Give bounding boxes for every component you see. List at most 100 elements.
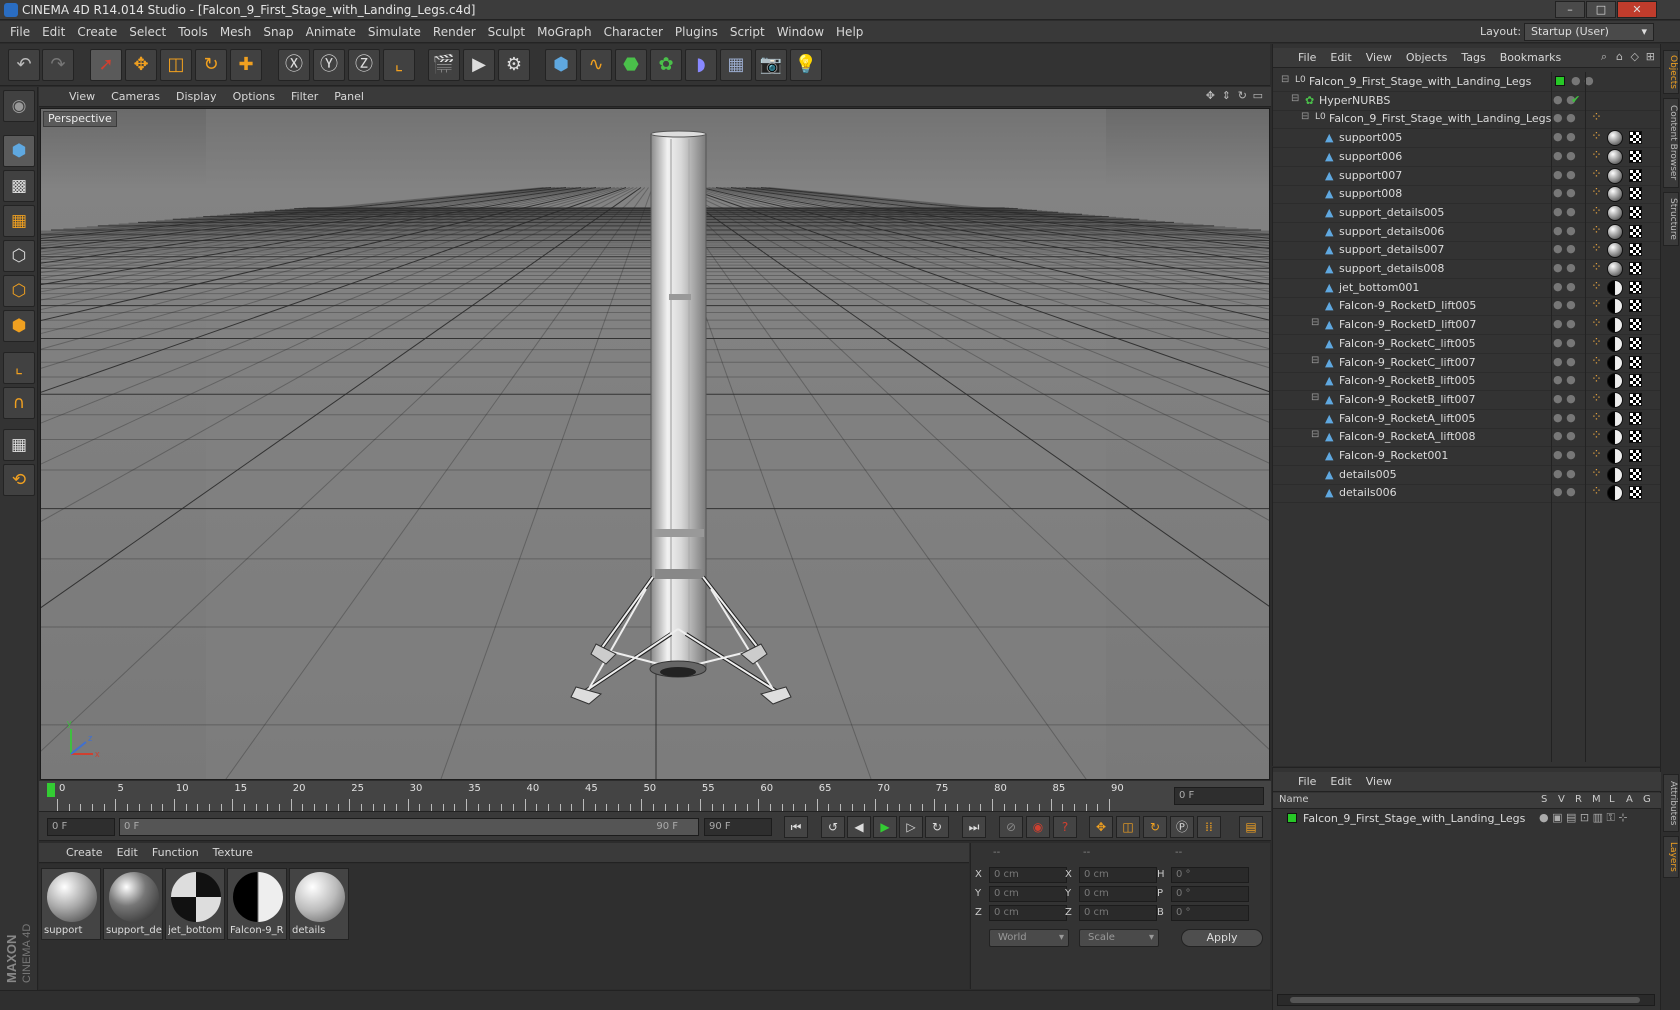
material-tag-icon[interactable] — [1607, 429, 1623, 446]
material-tag-icon[interactable] — [1607, 298, 1623, 315]
expand-toggle-icon[interactable]: ⊟ — [1311, 317, 1319, 328]
visibility-dots-icon[interactable]: ● ● — [1571, 74, 1594, 87]
mograph-cloner-icon[interactable]: ✿ — [650, 49, 682, 81]
tab-content-browser[interactable]: Content Browser — [1663, 98, 1679, 188]
phong-tag-icon[interactable]: ⁘ — [1591, 241, 1602, 256]
visibility-dots-icon[interactable]: ● ● — [1553, 485, 1576, 498]
object-row[interactable]: ▲ support007 ● ● ⁘ — [1273, 166, 1661, 186]
object-row[interactable]: ▲ support005 ● ● ⁘ — [1273, 128, 1661, 149]
material-menu-function[interactable]: Function — [145, 843, 206, 863]
viewport-menu-filter[interactable]: Filter — [283, 87, 326, 107]
visibility-dots-icon[interactable]: ● ● — [1553, 373, 1576, 386]
timeline-window-icon[interactable]: ▤ — [1239, 816, 1263, 838]
layer-color-swatch[interactable] — [1555, 76, 1565, 86]
menu-sculpt[interactable]: Sculpt — [482, 21, 531, 43]
menu-edit[interactable]: Edit — [36, 21, 71, 43]
material-tag-icon[interactable] — [1607, 279, 1623, 296]
menu-mesh[interactable]: Mesh — [214, 21, 258, 43]
texture-tag-icon[interactable] — [1629, 262, 1642, 275]
material-menu-edit[interactable]: Edit — [110, 843, 145, 863]
viewport-zoom-icon[interactable]: ⇕ — [1222, 89, 1231, 102]
phong-tag-icon[interactable]: ⁘ — [1591, 110, 1602, 125]
spline-icon[interactable]: ∿ — [580, 49, 612, 81]
visibility-dots-icon[interactable]: ● ● — [1553, 130, 1576, 143]
phong-tag-icon[interactable]: ⁘ — [1591, 466, 1602, 481]
end-frame-field[interactable]: 90 F — [704, 818, 772, 836]
menu-simulate[interactable]: Simulate — [362, 21, 427, 43]
phong-tag-icon[interactable]: ⁘ — [1591, 410, 1602, 425]
viewport-move-icon[interactable]: ✥ — [1206, 89, 1215, 102]
object-row[interactable]: ⊟ ▲ Falcon-9_RocketA_lift008 ● ● ⁘ — [1273, 427, 1661, 448]
nurbs-icon[interactable]: ⬣ — [615, 49, 647, 81]
texture-tag-icon[interactable] — [1629, 467, 1642, 481]
texture-tag-icon[interactable] — [1629, 149, 1642, 163]
redo-icon[interactable]: ↷ — [42, 49, 74, 81]
menu-window[interactable]: Window — [771, 21, 830, 43]
texture-tag-icon[interactable] — [1629, 187, 1642, 201]
phong-tag-icon[interactable]: ⁘ — [1591, 335, 1602, 350]
object-row[interactable]: ▲ Falcon-9_RocketB_lift005 ● ● ⁘ — [1273, 371, 1661, 392]
texture-mode-icon[interactable]: ▩ — [3, 170, 35, 202]
phong-tag-icon[interactable]: ⁘ — [1591, 223, 1602, 238]
viewport-menu-view[interactable]: View — [61, 87, 103, 107]
close-button[interactable]: ✕ — [1617, 1, 1657, 18]
apply-button[interactable]: Apply — [1181, 929, 1263, 947]
maximize-button[interactable]: □ — [1586, 1, 1616, 18]
material-tag-icon[interactable] — [1607, 204, 1623, 221]
visibility-dots-icon[interactable]: ● ● — [1553, 467, 1576, 480]
expand-toggle-icon[interactable]: ⊟ — [1311, 355, 1319, 366]
material-tag-icon[interactable] — [1607, 410, 1623, 427]
points-mode-icon[interactable]: ⬡ — [3, 240, 35, 272]
material-tag-icon[interactable] — [1607, 373, 1623, 390]
texture-tag-icon[interactable] — [1629, 486, 1642, 500]
go-to-start-icon[interactable]: ⏮ — [784, 816, 808, 838]
visibility-dots-icon[interactable]: ● ● — [1553, 205, 1576, 218]
live-selection-icon[interactable]: ➚ — [90, 49, 122, 81]
visibility-dots-icon[interactable]: ● ● — [1553, 392, 1576, 405]
material-tag-icon[interactable] — [1607, 242, 1623, 259]
phong-tag-icon[interactable]: ⁘ — [1591, 204, 1602, 219]
light-icon[interactable]: 💡 — [790, 49, 822, 81]
next-key-icon[interactable]: ↻ — [925, 816, 949, 838]
object-menu-file[interactable]: File — [1291, 48, 1323, 68]
workplane-lock-icon[interactable]: ▦ — [3, 429, 35, 461]
texture-tag-icon[interactable] — [1629, 430, 1642, 444]
previous-key-icon[interactable]: ↺ — [821, 816, 845, 838]
phong-tag-icon[interactable]: ⁘ — [1591, 372, 1602, 387]
viewport-menu-options[interactable]: Options — [225, 87, 283, 107]
timeline-ruler[interactable]: 0 5 10 15 20 25 30 35 40 45 50 55 60 65 70 75 80 85 90 0 F — [39, 781, 1271, 811]
search-icon[interactable]: ⌕ — [1601, 50, 1607, 64]
axis-mode-icon[interactable]: ⌞ — [3, 352, 35, 384]
deformer-icon[interactable]: ◗ — [685, 49, 717, 81]
material-tag-icon[interactable] — [1607, 148, 1623, 165]
current-frame-field[interactable]: 0 F — [1174, 787, 1264, 805]
object-row[interactable]: ▲ Falcon-9_RocketD_lift005 ● ● ⁘ — [1273, 296, 1661, 317]
layer-menu-view[interactable]: View — [1359, 772, 1399, 792]
material-swatch[interactable]: Falcon-9_R — [227, 868, 287, 940]
go-to-end-icon[interactable]: ⏭ — [962, 816, 986, 838]
texture-tag-icon[interactable] — [1629, 224, 1642, 238]
layer-menu-edit[interactable]: Edit — [1323, 772, 1358, 792]
material-menu-create[interactable]: Create — [59, 843, 110, 863]
menu-render[interactable]: Render — [427, 21, 482, 43]
viewport-toggle-icon[interactable]: ▭ — [1253, 89, 1263, 102]
texture-tag-icon[interactable] — [1629, 318, 1642, 332]
coord-value-field[interactable]: 0 cm — [989, 905, 1067, 921]
visibility-dots-icon[interactable]: ● ● — [1553, 261, 1576, 274]
material-swatch[interactable]: details — [289, 868, 349, 940]
object-menu-edit[interactable]: Edit — [1323, 48, 1358, 68]
menu-file[interactable]: File — [4, 21, 36, 43]
phong-tag-icon[interactable]: ⁘ — [1591, 185, 1602, 200]
material-swatch[interactable]: jet_bottom — [165, 868, 225, 940]
viewport-menu-panel[interactable]: Panel — [326, 87, 372, 107]
expand-toggle-icon[interactable]: ⊟ — [1311, 429, 1319, 440]
object-row[interactable]: ▲ Falcon-9_Rocket001 ● ● ⁘ — [1273, 446, 1661, 466]
visibility-dots-icon[interactable]: ● ● — [1553, 429, 1576, 442]
recent-tool-icon[interactable]: ✚ — [230, 49, 262, 81]
render-picture-viewer-icon[interactable]: ▶ — [463, 49, 495, 81]
menu-snap[interactable]: Snap — [257, 21, 299, 43]
rotate-icon[interactable]: ↻ — [195, 49, 227, 81]
expand-toggle-icon[interactable]: ⊟ — [1301, 111, 1309, 122]
coord-value-field[interactable]: 0 cm — [989, 886, 1067, 902]
z-axis-lock-icon[interactable]: Ⓩ — [348, 49, 380, 81]
